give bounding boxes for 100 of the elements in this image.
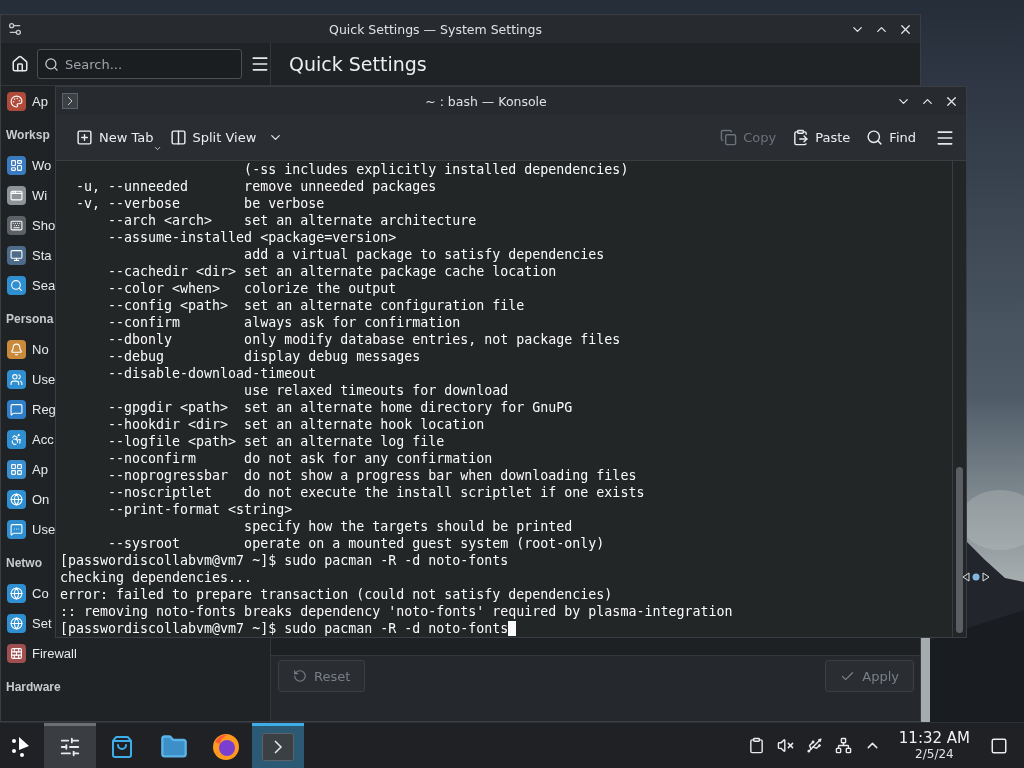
- home-button[interactable]: [11, 55, 29, 73]
- scrollbar-thumb[interactable]: [956, 467, 963, 633]
- palette-icon: [7, 91, 26, 111]
- sidebar-item[interactable]: Sta: [32, 247, 52, 263]
- clock-time: 11:32 AM: [898, 730, 970, 747]
- folder-icon: [160, 733, 188, 761]
- sidebar-heading: Netwo: [6, 556, 42, 570]
- home-icon: [11, 55, 29, 73]
- sidebar-item[interactable]: Sho: [32, 217, 56, 233]
- undo-icon: [293, 669, 307, 683]
- terminal-line: [passwordiscollabvm@vm7 ~]$ sudo pacman -R -d noto-fonts: [60, 620, 509, 637]
- terminal-line: --config <path> set an alternate configuration file: [107, 297, 525, 314]
- sidebar-heading: Worksp: [6, 128, 50, 142]
- chat-icon: [7, 399, 26, 419]
- clipboard-icon[interactable]: [747, 737, 765, 754]
- usb-icon[interactable]: [805, 737, 823, 754]
- dashboard-icon: [7, 155, 26, 175]
- terminal-line: add a virtual package to satisfy dependencies: [243, 246, 605, 263]
- columns-icon: [169, 129, 187, 146]
- grid-icon: [7, 459, 26, 479]
- resize-handle-icon[interactable]: [962, 570, 990, 584]
- window-title: ~ : bash — Konsole: [424, 93, 548, 109]
- terminal-line: --print-format <string>: [107, 501, 293, 518]
- terminal-line: --arch <arch> set an alternate architecture: [107, 212, 477, 229]
- terminal-line: --sysroot operate on a mounted guest system (root-only): [107, 535, 605, 552]
- sidebar-item[interactable]: Use: [32, 371, 56, 387]
- clock-date: 2/5/24: [915, 747, 954, 761]
- keyboard-icon: [7, 215, 26, 235]
- paste-button[interactable]: Paste: [786, 121, 857, 154]
- terminal-line: (-ss includes explicitly installed dependencies): [243, 161, 629, 178]
- sidebar-item[interactable]: On: [32, 491, 50, 507]
- sidebar-item[interactable]: Ap: [32, 461, 48, 477]
- terminal-icon: [62, 93, 78, 109]
- brick-wall-icon: [7, 643, 26, 663]
- sidebar-heading: Persona: [6, 312, 54, 326]
- task-button[interactable]: [252, 723, 304, 768]
- globe-icon: [7, 583, 26, 603]
- search-icon: [44, 57, 59, 72]
- search-icon: [866, 129, 884, 146]
- terminal-line: --color <when> colorize the output: [107, 280, 397, 297]
- terminal-line: use relaxed timeouts for download: [243, 382, 509, 399]
- monitor-icon: [7, 245, 26, 265]
- browser-icon: [211, 732, 241, 762]
- terminal-line: checking dependencies...: [60, 569, 253, 586]
- window-icon: [7, 185, 26, 205]
- terminal-line: [passwordiscollabvm@vm7 ~]$ sudo pacman -R -d noto-fonts: [60, 552, 509, 569]
- show-desktop-icon[interactable]: [990, 736, 1008, 755]
- terminal-line: --confirm always ask for confirmation: [107, 314, 461, 331]
- sidebar-item[interactable]: Acc: [32, 431, 54, 447]
- chat-icon: [7, 519, 26, 539]
- search-icon: [7, 275, 26, 295]
- shopping-bag-icon: [110, 735, 134, 759]
- sidebar-item[interactable]: Ap: [32, 93, 48, 109]
- globe-icon: [7, 489, 26, 509]
- search-field[interactable]: Search...: [37, 49, 242, 79]
- find-button[interactable]: Find: [860, 121, 922, 154]
- task-button[interactable]: [44, 723, 96, 768]
- sidebar-heading: Hardware: [6, 680, 61, 694]
- settings-icon: [7, 21, 23, 37]
- users-icon: [7, 369, 26, 389]
- sidebar-item[interactable]: Firewall: [32, 645, 77, 661]
- sidebar-item[interactable]: Co: [32, 585, 49, 601]
- terminal-icon: [262, 733, 294, 761]
- copy-icon: [720, 129, 738, 146]
- clipboard-icon: [792, 129, 810, 146]
- sidebar-item[interactable]: Reg: [32, 401, 56, 417]
- sidebar-item[interactable]: Sea: [32, 277, 56, 293]
- sidebar-item[interactable]: Wi: [32, 187, 48, 203]
- terminal-line: -u, --unneeded remove unneeded packages: [75, 178, 437, 195]
- bell-icon: [7, 339, 26, 359]
- terminal-line: --cachedir <dir> set an alternate package cache location: [107, 263, 557, 280]
- terminal-line: --noconfirm do not ask for any confirmation: [107, 450, 493, 467]
- muted-speaker-icon[interactable]: [776, 737, 794, 754]
- sliders-icon: [59, 736, 81, 758]
- split-view-button[interactable]: Split View: [163, 121, 263, 154]
- terminal-line: --disable-download-timeout: [107, 365, 317, 382]
- new-tab-button[interactable]: New Tab: [70, 121, 160, 154]
- sidebar-item[interactable]: Wo: [32, 157, 52, 173]
- terminal-line: --dbonly only modify database entries, not package files: [107, 331, 621, 348]
- terminal-line: --debug display debug messages: [107, 348, 421, 365]
- sidebar-item[interactable]: Set: [32, 615, 52, 631]
- terminal-line: --logfile <path> set an alternate log file: [107, 433, 445, 450]
- terminal-line: --noscriptlet do not execute the install scriptlet if one exists: [107, 484, 645, 501]
- terminal-line: :: removing noto-fonts breaks dependency 'noto-fonts' required by plasma-integration: [60, 603, 733, 620]
- terminal-line: --hookdir <dir> set an alternate hook location: [107, 416, 485, 433]
- new-tab-icon: [76, 129, 93, 146]
- menu-button[interactable]: [250, 55, 270, 73]
- globe-icon: [7, 613, 26, 633]
- sidebar-item[interactable]: Use: [32, 521, 56, 537]
- window-title: Quick Settings — System Settings: [328, 21, 543, 37]
- terminal-line: specify how the targets should be printed: [243, 518, 573, 535]
- menu-icon: [250, 54, 270, 74]
- sidebar-item[interactable]: No: [32, 341, 49, 357]
- terminal-line: -v, --verbose be verbose: [75, 195, 325, 212]
- accessibility-icon: [7, 429, 26, 449]
- network-icon[interactable]: [834, 737, 852, 754]
- terminal-line: --assume-installed <package=version>: [107, 229, 397, 246]
- page-title: Quick Settings: [288, 53, 427, 75]
- terminal-line: --gpgdir <path> set an alternate home directory for GnuPG: [107, 399, 573, 416]
- terminal-line: --noprogressbar do not show a progress bar when downloading files: [107, 467, 637, 484]
